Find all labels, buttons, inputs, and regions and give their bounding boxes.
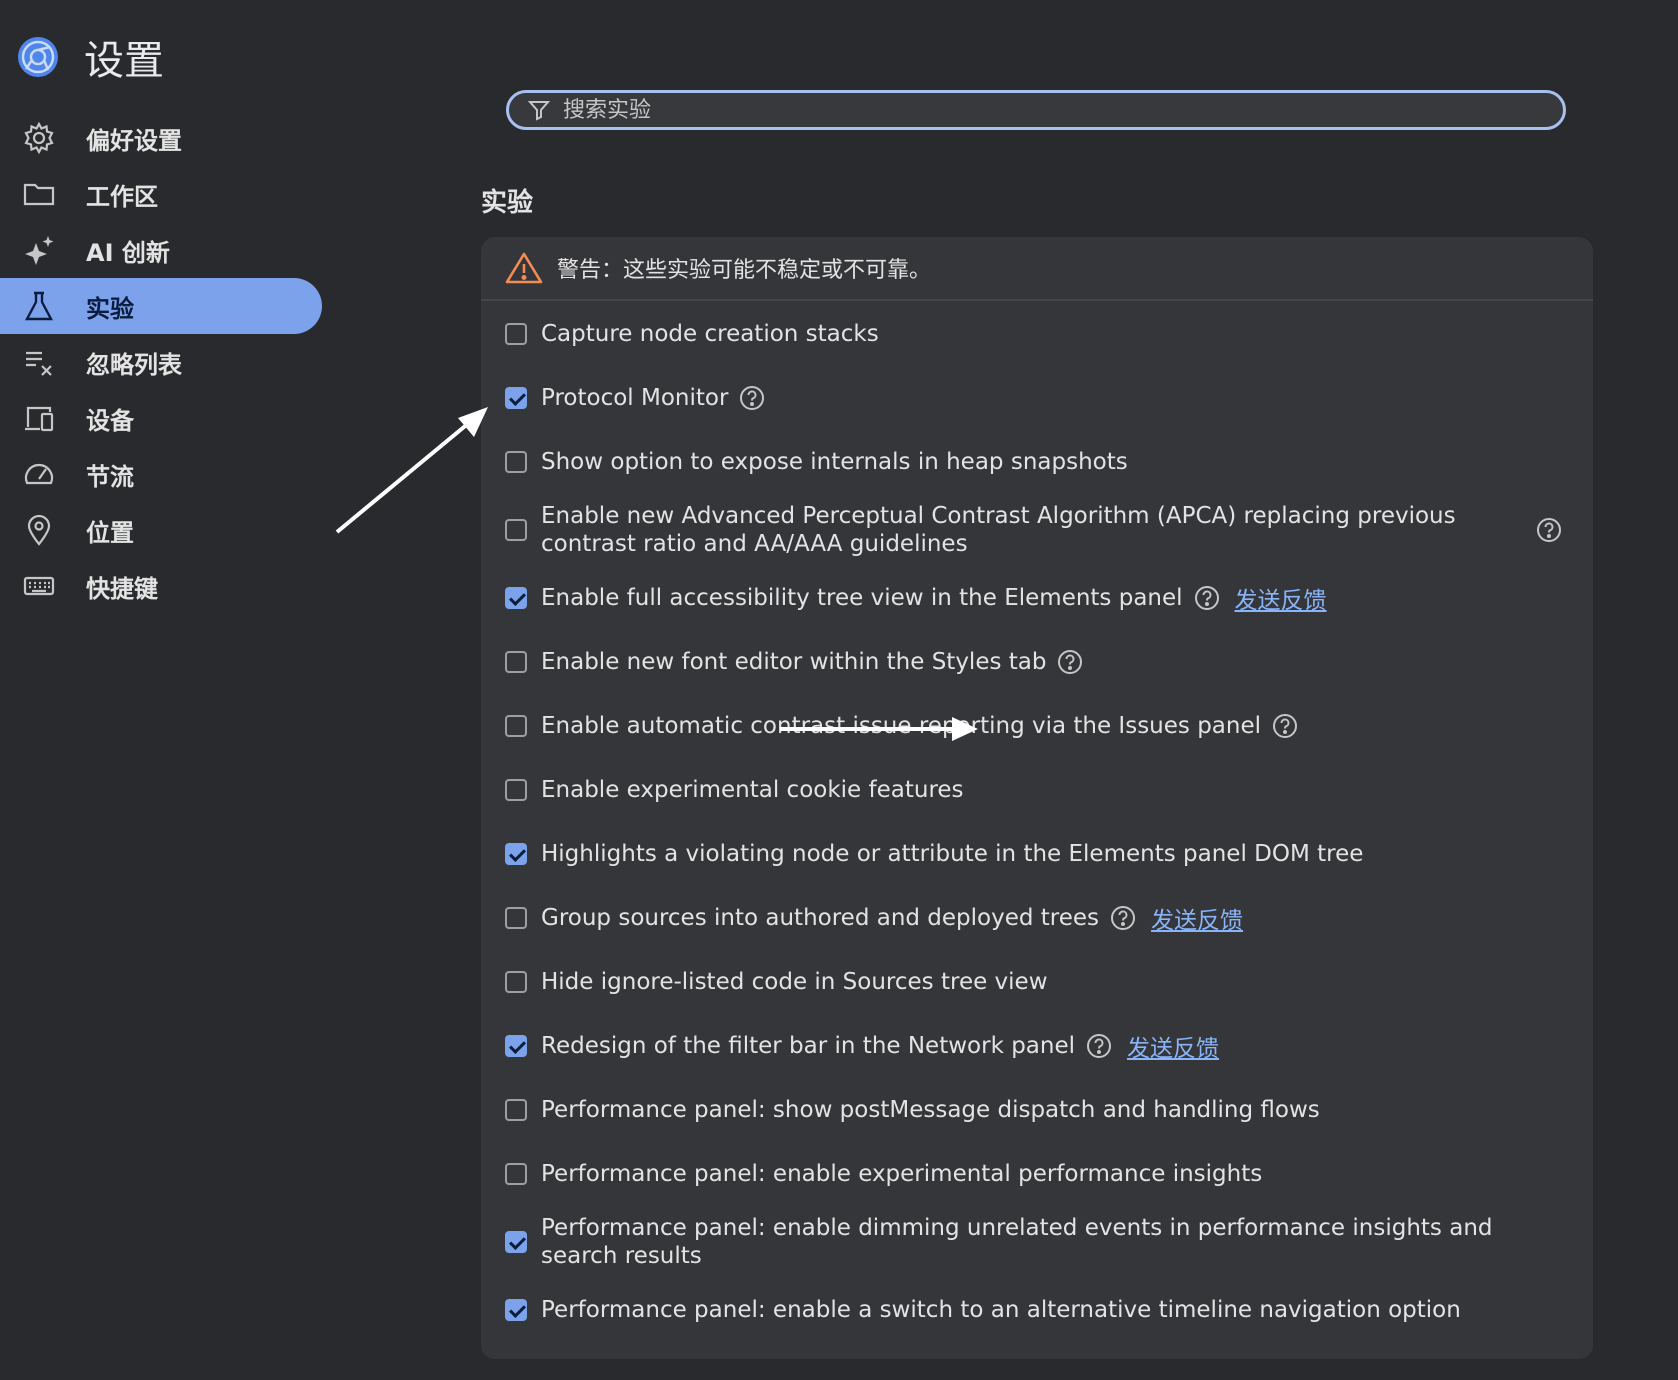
experiment-checkbox[interactable] [505, 843, 527, 865]
sidebar-item-label: 节流 [86, 462, 134, 491]
experiment-checkbox[interactable] [505, 323, 527, 345]
experiment-row: Capture node creation stacks [505, 319, 1569, 349]
experiment-label: Hide ignore-listed code in Sources tree … [541, 969, 1048, 995]
devices-icon [20, 399, 58, 437]
ignore-list-icon [20, 343, 58, 381]
experiment-row: Group sources into authored and deployed… [505, 901, 1569, 935]
sidebar-item-ignore-list[interactable]: 忽略列表 [0, 334, 322, 390]
annotation-arrow-diagonal [335, 407, 488, 534]
sidebar-nav: 偏好设置 工作区 AI 创新 实验 忽略列表 设备 节流 位置 快捷键 [0, 110, 350, 614]
sidebar-item-label: 忽略列表 [86, 350, 182, 379]
experiment-checkbox[interactable] [505, 1231, 527, 1253]
section-title: 实验 [481, 188, 534, 218]
experiment-row: Enable automatic contrast issue reportin… [505, 711, 1569, 741]
experiment-label: Enable experimental cookie features [541, 777, 964, 803]
help-icon[interactable] [1193, 584, 1221, 612]
search-input[interactable] [561, 92, 1563, 128]
help-icon[interactable] [738, 384, 766, 412]
settings-header: 设置 [16, 28, 164, 86]
experiment-checkbox[interactable] [505, 907, 527, 929]
send-feedback-link[interactable]: 发送反馈 [1235, 581, 1327, 615]
sidebar-item-shortcuts[interactable]: 快捷键 [0, 558, 322, 614]
experiment-checkbox[interactable] [505, 651, 527, 673]
sidebar-item-label: 偏好设置 [86, 126, 182, 155]
experiment-row: Redesign of the filter bar in the Networ… [505, 1029, 1569, 1063]
experiment-label: Performance panel: enable dimming unrela… [541, 1215, 1493, 1269]
experiment-checkbox[interactable] [505, 519, 527, 541]
help-icon[interactable] [1085, 1032, 1113, 1060]
experiment-label: Performance panel: enable experimental p… [541, 1161, 1263, 1187]
warning-icon [505, 252, 543, 284]
help-icon[interactable] [1271, 712, 1299, 740]
experiment-checkbox[interactable] [505, 971, 527, 993]
send-feedback-link[interactable]: 发送反馈 [1127, 1029, 1219, 1063]
sidebar-item-label: AI 创新 [86, 238, 170, 267]
sidebar-item-workspace[interactable]: 工作区 [0, 166, 322, 222]
experiment-row: Enable full accessibility tree view in t… [505, 581, 1569, 615]
experiment-row: Performance panel: enable dimming unrela… [505, 1214, 1569, 1270]
experiment-label: Enable new font editor within the Styles… [541, 649, 1047, 675]
experiment-row: Enable new font editor within the Styles… [505, 647, 1569, 677]
experiment-label: Performance panel: enable a switch to an… [541, 1297, 1461, 1323]
sidebar-item-label: 位置 [86, 518, 134, 547]
sidebar-item-label: 设备 [86, 406, 134, 435]
chrome-devtools-logo-icon [18, 37, 58, 77]
sidebar-item-label: 快捷键 [86, 574, 158, 603]
flask-icon [20, 287, 58, 325]
gear-icon [20, 119, 58, 157]
sidebar-item-experiments[interactable]: 实验 [0, 278, 322, 334]
send-feedback-link[interactable]: 发送反馈 [1151, 901, 1243, 935]
experiment-label: Show option to expose internals in heap … [541, 449, 1128, 475]
experiment-row: Enable experimental cookie features [505, 775, 1569, 805]
experiment-label: Redesign of the filter bar in the Networ… [541, 1033, 1076, 1059]
sparkle-icon [20, 231, 58, 269]
page-title: 设置 [84, 38, 164, 84]
experiment-checkbox[interactable] [505, 1035, 527, 1057]
experiment-label: Performance panel: show postMessage disp… [541, 1097, 1320, 1123]
experiment-label: Capture node creation stacks [541, 321, 879, 347]
sidebar-item-preferences[interactable]: 偏好设置 [0, 110, 322, 166]
experiment-checkbox[interactable] [505, 1299, 527, 1321]
experiment-row: Protocol Monitor [505, 383, 1569, 413]
sidebar-item-label: 工作区 [86, 182, 158, 211]
experiment-checkbox[interactable] [505, 1163, 527, 1185]
sidebar-item-location[interactable]: 位置 [0, 502, 322, 558]
experiments-card: 警告：这些实验可能不稳定或不可靠。 Capture node creation … [481, 237, 1593, 1359]
experiment-checkbox[interactable] [505, 779, 527, 801]
speedometer-icon [20, 455, 58, 493]
filter-icon [527, 101, 551, 121]
help-icon[interactable] [1109, 904, 1137, 932]
experiment-label: Enable full accessibility tree view in t… [541, 585, 1183, 611]
warning-text: 警告：这些实验可能不稳定或不可靠。 [557, 258, 932, 283]
experiment-label: Highlights a violating node or attribute… [541, 841, 1364, 867]
experiment-label: Enable automatic contrast issue reportin… [541, 713, 1262, 739]
experiment-checkbox[interactable] [505, 715, 527, 737]
experiment-row: Show option to expose internals in heap … [505, 447, 1569, 477]
experiment-row: Performance panel: show postMessage disp… [505, 1095, 1569, 1125]
experiment-checkbox[interactable] [505, 1099, 527, 1121]
location-pin-icon [20, 511, 58, 549]
experiment-row: Hide ignore-listed code in Sources tree … [505, 967, 1569, 997]
experiment-row: Enable new Advanced Perceptual Contrast … [505, 502, 1569, 558]
folder-icon [20, 175, 58, 213]
sidebar-item-label: 实验 [86, 294, 134, 323]
help-icon[interactable] [1535, 516, 1563, 544]
sidebar-item-devices[interactable]: 设备 [0, 390, 322, 446]
experiment-checkbox[interactable] [505, 587, 527, 609]
experiment-row: Highlights a violating node or attribute… [505, 839, 1569, 869]
experiment-label: Protocol Monitor [541, 385, 729, 411]
experiment-checkbox[interactable] [505, 451, 527, 473]
experiment-checkbox[interactable] [505, 387, 527, 409]
experiment-label: Enable new Advanced Perceptual Contrast … [541, 503, 1456, 557]
help-icon[interactable] [1056, 648, 1084, 676]
search-box[interactable] [506, 90, 1566, 130]
sidebar: 设置 偏好设置 工作区 AI 创新 实验 忽略列表 设备 节流 位置 快捷键 [0, 0, 350, 1380]
sidebar-item-ai-innovation[interactable]: AI 创新 [0, 222, 322, 278]
warning-banner: 警告：这些实验可能不稳定或不可靠。 [481, 237, 1593, 301]
experiment-row: Performance panel: enable a switch to an… [505, 1295, 1569, 1325]
experiment-label: Group sources into authored and deployed… [541, 905, 1100, 931]
sidebar-item-throttling[interactable]: 节流 [0, 446, 322, 502]
experiment-row: Performance panel: enable experimental p… [505, 1159, 1569, 1189]
keyboard-icon [20, 567, 58, 605]
